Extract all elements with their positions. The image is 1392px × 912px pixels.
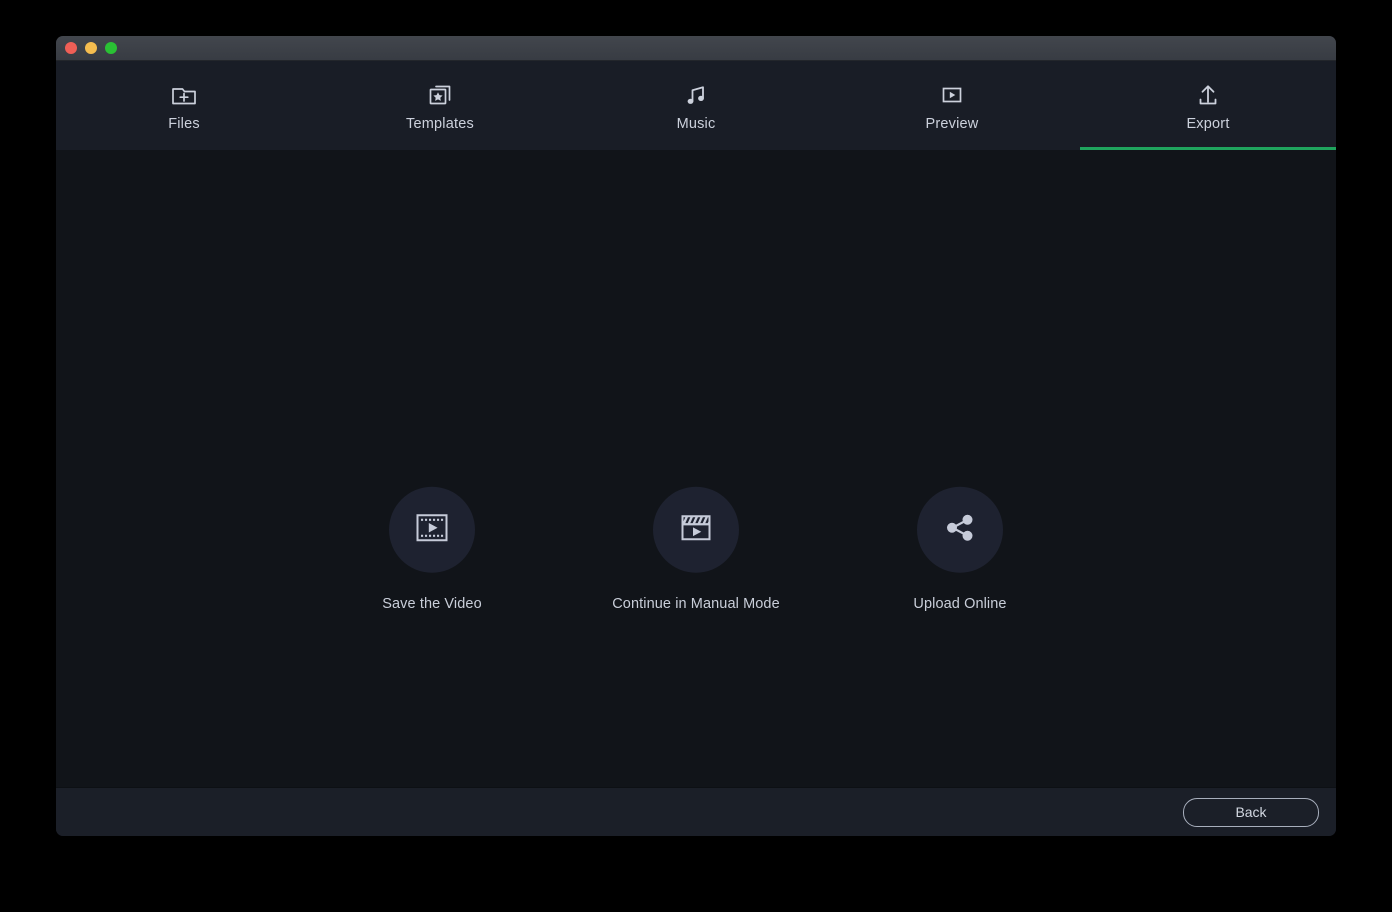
share-nodes-icon xyxy=(939,506,981,553)
export-content-area: Save the Video xyxy=(56,150,1336,787)
tab-label-music: Music xyxy=(677,117,716,132)
continue-manual-mode-label: Continue in Manual Mode xyxy=(612,597,780,612)
tab-label-preview: Preview xyxy=(926,117,979,132)
window-controls xyxy=(65,42,117,54)
upload-online-icon-circle xyxy=(917,487,1003,573)
upload-online-label: Upload Online xyxy=(913,597,1006,612)
templates-star-icon xyxy=(425,80,455,110)
minimize-window-button[interactable] xyxy=(85,42,97,54)
application-window: Files Templates xyxy=(56,36,1336,836)
save-the-video-option[interactable]: Save the Video xyxy=(300,487,564,612)
main-tab-bar: Files Templates xyxy=(56,61,1336,150)
save-the-video-label: Save the Video xyxy=(382,597,482,612)
tab-preview[interactable]: Preview xyxy=(824,61,1080,150)
tab-files[interactable]: Files xyxy=(56,61,312,150)
tab-label-templates: Templates xyxy=(406,117,474,132)
footer-bar: Back xyxy=(56,787,1336,836)
folder-plus-icon xyxy=(169,80,199,110)
play-frame-icon xyxy=(937,80,967,110)
tab-label-export: Export xyxy=(1186,117,1229,132)
save-the-video-icon-circle xyxy=(389,487,475,573)
export-options-row: Save the Video xyxy=(56,487,1336,612)
tab-export[interactable]: Export xyxy=(1080,61,1336,150)
clapperboard-play-icon xyxy=(675,506,717,553)
continue-manual-mode-icon-circle xyxy=(653,487,739,573)
tab-label-files: Files xyxy=(168,117,200,132)
back-button[interactable]: Back xyxy=(1183,798,1319,827)
tab-templates[interactable]: Templates xyxy=(312,61,568,150)
close-window-button[interactable] xyxy=(65,42,77,54)
screen: Files Templates xyxy=(0,0,1392,912)
maximize-window-button[interactable] xyxy=(105,42,117,54)
continue-manual-mode-option[interactable]: Continue in Manual Mode xyxy=(564,487,828,612)
film-play-icon xyxy=(411,506,453,553)
upload-icon xyxy=(1193,80,1223,110)
upload-online-option[interactable]: Upload Online xyxy=(828,487,1092,612)
title-bar[interactable] xyxy=(56,36,1336,61)
music-note-icon xyxy=(681,80,711,110)
tab-music[interactable]: Music xyxy=(568,61,824,150)
